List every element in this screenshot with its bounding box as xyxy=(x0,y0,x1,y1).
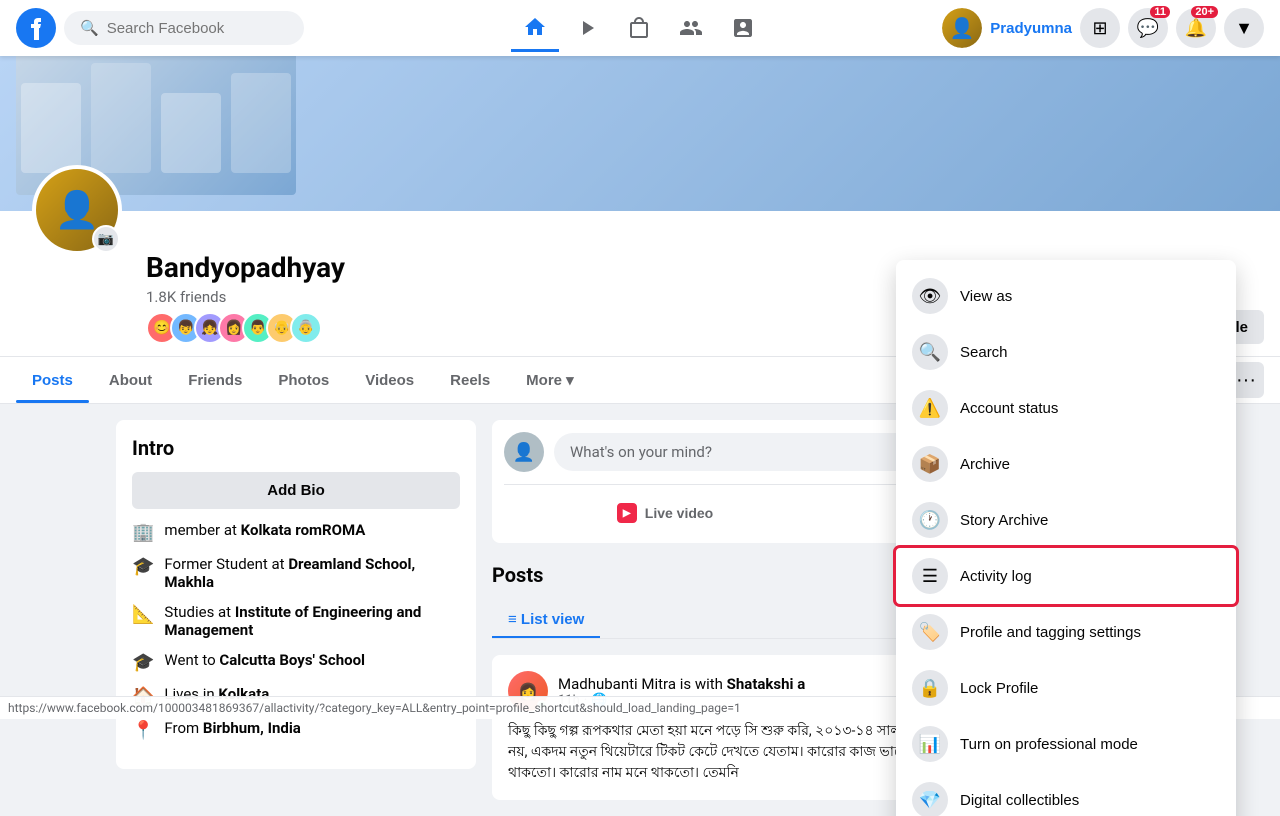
change-photo-btn[interactable]: 📷 xyxy=(92,225,120,253)
intro-item-school: 🎓 Went to Calcutta Boys' School xyxy=(132,651,460,673)
list-view-tab[interactable]: ≡ List view xyxy=(492,603,600,638)
live-icon: ▶ xyxy=(617,503,637,523)
dropdown-account-status[interactable]: ⚠️ Account status xyxy=(896,380,1236,436)
archive-icon: 📦 xyxy=(912,446,948,482)
dropdown-view-as[interactable]: 👁 View as xyxy=(896,268,1236,324)
view-as-label: View as xyxy=(960,288,1012,305)
dropdown-lock-profile[interactable]: 🔒 Lock Profile xyxy=(896,660,1236,716)
search-input[interactable] xyxy=(107,20,288,37)
account-menu-btn[interactable]: ▼ xyxy=(1224,8,1264,48)
messenger-btn[interactable]: 💬 11 xyxy=(1128,8,1168,48)
grid-apps-btn[interactable]: ⊞ xyxy=(1080,8,1120,48)
tab-posts[interactable]: Posts xyxy=(16,358,89,403)
dropdown-profile-tagging[interactable]: 🏷️ Profile and tagging settings xyxy=(896,604,1236,660)
profile-avatar-btn[interactable]: 👤 xyxy=(942,8,982,48)
friends-count: 1.8K friends xyxy=(146,288,345,306)
status-url: https://www.facebook.com/100003481869367… xyxy=(8,701,741,715)
education-icon: 🎓 xyxy=(132,556,154,577)
tab-reels[interactable]: Reels xyxy=(434,358,506,403)
dropdown-search[interactable]: 🔍 Search xyxy=(896,324,1236,380)
post-user-name: Madhubanti Mitra is with Shatakshi a xyxy=(558,675,805,693)
archive-label: Archive xyxy=(960,456,1010,473)
tab-more[interactable]: More ▾ xyxy=(510,357,590,403)
account-status-label: Account status xyxy=(960,400,1058,417)
profile-pic-wrap: 👤 📷 xyxy=(32,165,122,255)
left-column: Intro Add Bio 🏢 member at Kolkata romROM… xyxy=(116,420,476,800)
facebook-logo-icon[interactable] xyxy=(16,8,56,48)
marketplace-nav-btn[interactable] xyxy=(615,4,663,52)
post-box-avatar: 👤 xyxy=(504,432,544,472)
notifications-badge: 20+ xyxy=(1191,6,1218,18)
story-archive-icon: 🕐 xyxy=(912,502,948,538)
intro-item-hometown: 📍 From Birbhum, India xyxy=(132,719,460,741)
messenger-badge: 11 xyxy=(1150,6,1170,18)
cover-area: 👤 📷 xyxy=(0,56,1280,211)
tab-about[interactable]: About xyxy=(93,358,168,403)
navbar-right: 👤 Pradyumna ⊞ 💬 11 🔔 20+ ▼ xyxy=(942,8,1264,48)
school-icon: 🎓 xyxy=(132,652,154,673)
posts-title: Posts xyxy=(492,563,543,587)
navbar: 🔍 👤 Pradyumna ⊞ 💬 11 🔔 2 xyxy=(0,0,1280,56)
tab-videos[interactable]: Videos xyxy=(349,358,430,403)
watch-nav-btn[interactable] xyxy=(563,4,611,52)
account-status-icon: ⚠️ xyxy=(912,390,948,426)
intro-item-college: 📐 Studies at Institute of Engineering an… xyxy=(132,603,460,639)
dropdown-activity-log[interactable]: ☰ Activity log xyxy=(896,548,1236,604)
dropdown-search-icon: 🔍 xyxy=(912,334,948,370)
navbar-left: 🔍 xyxy=(16,8,336,48)
pages-nav-btn[interactable] xyxy=(719,4,767,52)
intro-title: Intro xyxy=(132,436,460,460)
activity-log-icon: ☰ xyxy=(912,558,948,594)
home-nav-btn[interactable] xyxy=(511,4,559,52)
groups-nav-btn[interactable] xyxy=(667,4,715,52)
live-video-btn[interactable]: ▶ Live video xyxy=(504,495,826,531)
profile-name: Bandyopadhyay xyxy=(146,251,345,284)
search-icon: 🔍 xyxy=(80,19,99,37)
story-archive-label: Story Archive xyxy=(960,512,1048,529)
profile-tagging-label: Profile and tagging settings xyxy=(960,624,1141,641)
post-text: কিছু কিছু গল্প রূপকথার মেতা হয়া মনে পড়… xyxy=(508,721,1148,784)
location-icon: 📍 xyxy=(132,720,154,741)
search-box[interactable]: 🔍 xyxy=(64,11,304,45)
tab-friends[interactable]: Friends xyxy=(172,358,258,403)
notifications-btn[interactable]: 🔔 20+ xyxy=(1176,8,1216,48)
profile-tagging-icon: 🏷️ xyxy=(912,614,948,650)
college-icon: 📐 xyxy=(132,604,154,625)
navbar-center xyxy=(336,4,942,52)
lock-profile-icon: 🔒 xyxy=(912,670,948,706)
lock-profile-label: Lock Profile xyxy=(960,680,1038,697)
view-as-icon: 👁 xyxy=(912,278,948,314)
dropdown-search-label: Search xyxy=(960,344,1008,361)
username-btn[interactable]: Pradyumna xyxy=(990,20,1072,37)
add-bio-btn[interactable]: Add Bio xyxy=(132,472,460,509)
tab-photos[interactable]: Photos xyxy=(262,358,345,403)
dropdown-story-archive[interactable]: 🕐 Story Archive xyxy=(896,492,1236,548)
intro-item-education: 🎓 Former Student at Dreamland School, Ma… xyxy=(132,555,460,591)
work-icon: 🏢 xyxy=(132,522,154,543)
friend-avatars: 😊 👦 👧 👩 👨 👴 👵 xyxy=(146,312,345,344)
intro-item-work: 🏢 member at Kolkata romROMA xyxy=(132,521,460,543)
friend-avatar: 👵 xyxy=(290,312,322,344)
activity-log-label: Activity log xyxy=(960,568,1032,585)
dropdown-archive[interactable]: 📦 Archive xyxy=(896,436,1236,492)
